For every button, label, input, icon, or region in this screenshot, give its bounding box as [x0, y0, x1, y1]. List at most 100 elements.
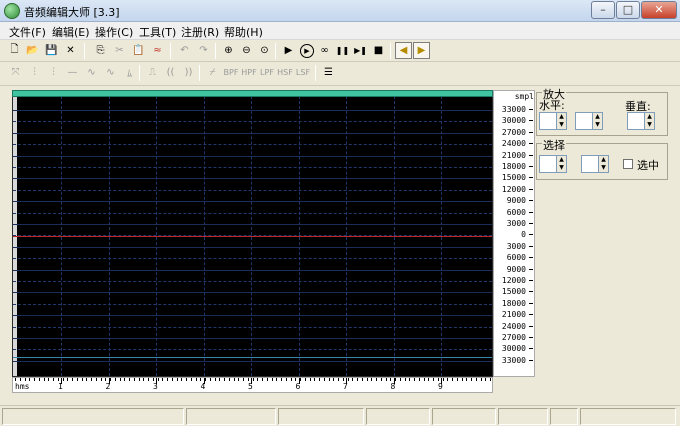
play-icon[interactable]: ▶ — [280, 42, 297, 59]
spinner-buttons[interactable]: ▲ ▼ — [644, 113, 654, 129]
settings-icon[interactable]: ☰ — [320, 64, 337, 81]
copy-icon[interactable]: ⎘ — [92, 42, 109, 59]
reverse-icon[interactable]: ⎍ — [144, 64, 161, 81]
new-file-icon[interactable]: 🗋 — [6, 42, 23, 59]
waveform-canvas[interactable] — [12, 90, 493, 377]
spin-down-icon[interactable]: ▼ — [599, 164, 608, 172]
zoom-in-icon[interactable]: ⊕ — [220, 42, 237, 59]
play-selection-icon[interactable]: ▶ — [300, 44, 314, 58]
echo-icon[interactable]: (( — [162, 64, 179, 81]
y-tick-label: 15000 — [501, 287, 526, 297]
close-button[interactable]: ✕ — [641, 1, 677, 19]
x-minor-tick — [461, 378, 463, 381]
overview-bar[interactable] — [12, 90, 493, 97]
vertical-gridline — [156, 91, 157, 376]
horizontal-gridline — [13, 360, 492, 362]
x-minor-tick — [167, 378, 168, 381]
close-file-icon[interactable]: ✕ — [62, 42, 79, 59]
hsf-filter-icon[interactable]: HSF — [276, 64, 294, 81]
maximize-button[interactable]: □ — [616, 1, 640, 19]
stop-icon[interactable]: ■ — [370, 42, 387, 59]
loop-icon[interactable]: ∞ — [316, 42, 333, 59]
x-minor-tick — [333, 378, 335, 381]
x-minor-tick — [24, 378, 26, 381]
monitor-left-icon[interactable]: ◀ — [395, 42, 412, 59]
spin-up-icon[interactable]: ▲ — [557, 113, 566, 121]
menu-operate[interactable]: 操作(C) — [95, 24, 133, 40]
menu-tools[interactable]: 工具(T) — [139, 24, 176, 40]
silence-icon[interactable]: — — [64, 64, 81, 81]
x-minor-tick — [105, 378, 107, 381]
x-minor-tick — [271, 378, 273, 381]
spin-down-icon[interactable]: ▼ — [557, 121, 566, 129]
bpf-filter-icon[interactable]: BPF — [222, 64, 240, 81]
cut-icon[interactable]: ✂ — [111, 42, 128, 59]
spin-down-icon[interactable]: ▼ — [645, 121, 654, 129]
selection-end-spinner[interactable]: ▲ ▼ — [581, 155, 609, 173]
zoom-fit-icon[interactable]: ⊙ — [256, 42, 273, 59]
x-minor-tick — [433, 378, 434, 381]
x-minor-tick — [290, 378, 292, 381]
vertical-zoom-spinner[interactable]: ▲ ▼ — [627, 112, 655, 130]
spin-down-icon[interactable]: ▼ — [557, 164, 566, 172]
y-tick-label: 33000 — [501, 355, 526, 365]
y-tick-mark — [529, 188, 533, 190]
horizontal-gridline — [13, 121, 492, 123]
menu-file[interactable]: 文件(F) — [9, 24, 46, 40]
horizontal-gridline — [13, 315, 492, 317]
y-tick-mark — [529, 245, 533, 247]
monitor-right-icon[interactable]: ▶ — [413, 42, 430, 59]
reverb-icon[interactable]: )) — [180, 64, 197, 81]
lsf-filter-icon[interactable]: LSF — [294, 64, 312, 81]
x-minor-tick — [19, 378, 21, 381]
mix-paste-icon[interactable]: ≈ — [149, 42, 166, 59]
menu-help[interactable]: 帮助(H) — [224, 24, 263, 40]
play-to-end-icon[interactable]: ▶❚ — [352, 42, 369, 59]
normalize-icon[interactable]: ⫶ — [45, 64, 62, 81]
menu-edit[interactable]: 编辑(E) — [52, 24, 90, 40]
eq-icon[interactable]: ⌿ — [204, 64, 221, 81]
save-icon[interactable]: 💾 — [43, 42, 60, 59]
spinner-buttons[interactable]: ▲ ▼ — [556, 156, 566, 172]
selection-start-spinner[interactable]: ▲ ▼ — [539, 155, 567, 173]
noise-icon[interactable]: ﾑ — [121, 64, 138, 81]
spin-up-icon[interactable]: ▲ — [645, 113, 654, 121]
spinner-buttons[interactable]: ▲ ▼ — [592, 113, 602, 129]
y-tick-mark — [529, 200, 533, 202]
x-minor-tick — [428, 378, 430, 381]
y-tick-label: 27000 — [501, 333, 526, 342]
toolbar-separator — [315, 65, 316, 81]
selected-checkbox[interactable] — [623, 159, 633, 169]
spinner-buttons[interactable]: ▲ ▼ — [556, 113, 566, 129]
spin-down-icon[interactable]: ▼ — [593, 121, 602, 129]
zoom-out-icon[interactable]: ⊖ — [238, 42, 255, 59]
horizontal-zoom-spinner[interactable]: ▲ ▼ — [539, 112, 567, 130]
y-tick-mark — [529, 120, 533, 122]
lpf-filter-icon[interactable]: LPF — [258, 64, 276, 81]
minimize-button[interactable]: – — [591, 1, 615, 19]
pause-icon[interactable]: ❚❚ — [334, 42, 351, 59]
spin-up-icon[interactable]: ▲ — [599, 156, 608, 164]
fade-out-icon[interactable]: ∿ — [102, 64, 119, 81]
fade-icon[interactable]: ⫶ — [26, 64, 43, 81]
open-file-icon[interactable]: 📂 — [24, 42, 41, 59]
spin-up-icon[interactable]: ▲ — [593, 113, 602, 121]
fade-in-icon[interactable]: ∿ — [83, 64, 100, 81]
stretch-icon[interactable]: ⤧ — [7, 64, 24, 81]
spin-up-icon[interactable]: ▲ — [557, 156, 566, 164]
toolbar-separator — [170, 43, 171, 59]
y-tick-mark — [529, 314, 533, 316]
horizontal-zoom-spinner-2[interactable]: ▲ ▼ — [575, 112, 603, 130]
x-minor-tick — [342, 378, 344, 381]
x-minor-tick — [281, 378, 282, 381]
toolbar-separator — [390, 43, 391, 59]
undo-icon[interactable]: ↶ — [176, 42, 193, 59]
hpf-filter-icon[interactable]: HPF — [240, 64, 258, 81]
menu-register[interactable]: 注册(R) — [181, 24, 219, 40]
y-axis-unit: smpl — [514, 92, 534, 101]
spinner-buttons[interactable]: ▲ ▼ — [598, 156, 608, 172]
paste-icon[interactable]: 📋 — [130, 42, 147, 59]
x-minor-tick — [29, 378, 31, 381]
y-tick-label: 24000 — [501, 139, 526, 149]
redo-icon[interactable]: ↷ — [195, 42, 212, 59]
